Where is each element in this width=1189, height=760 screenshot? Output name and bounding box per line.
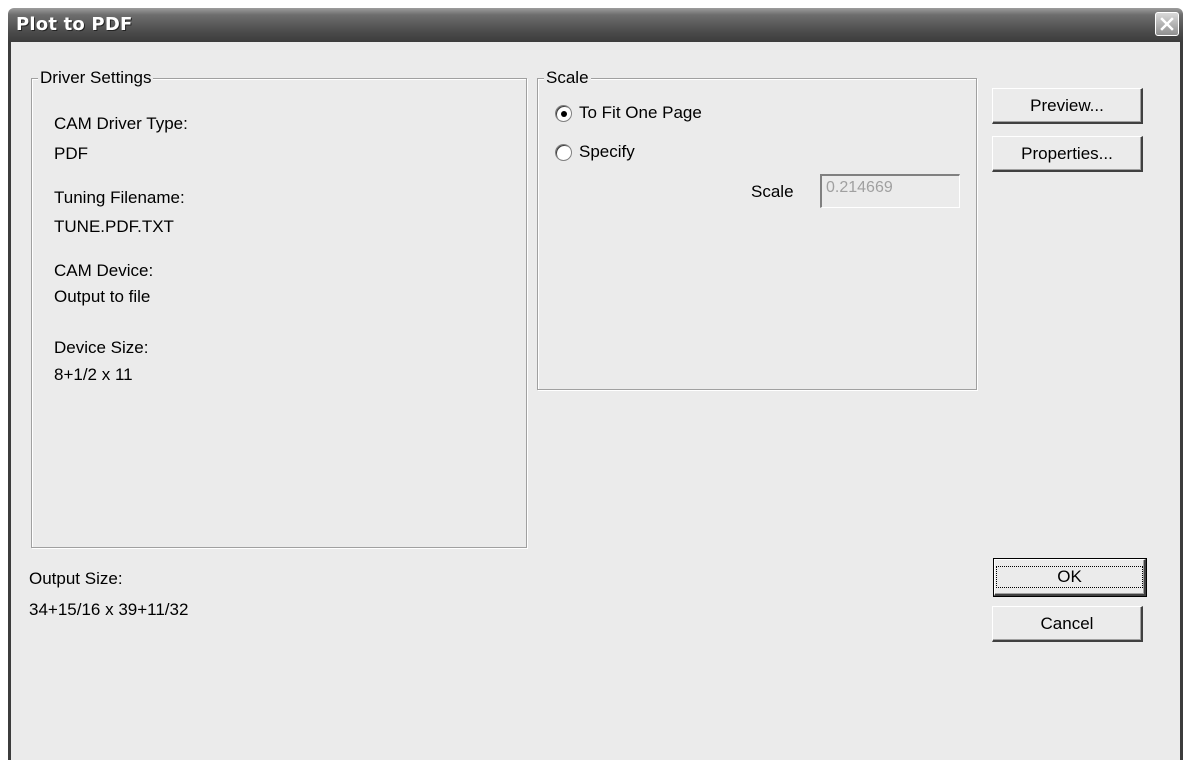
preview-button-label: Preview... (1030, 95, 1104, 115)
device-size-value: 8+1/2 x 11 (54, 365, 133, 384)
close-button[interactable] (1155, 12, 1179, 36)
scale-group: Scale (537, 68, 977, 390)
properties-button-label: Properties... (1021, 143, 1113, 163)
output-size-value: 34+15/16 x 39+11/32 (29, 600, 189, 619)
title-bar[interactable]: Plot to PDF (8, 8, 1183, 42)
preview-button[interactable]: Preview... (992, 88, 1143, 124)
specify-radio[interactable] (555, 144, 572, 161)
cam-device-label: CAM Device: (54, 261, 154, 280)
cancel-button-label: Cancel (1040, 613, 1094, 633)
tuning-filename-value: TUNE.PDF.TXT (54, 217, 174, 236)
scale-field-label: Scale (751, 182, 794, 201)
properties-button[interactable]: Properties... (992, 136, 1143, 172)
cam-driver-type-value: PDF (54, 144, 88, 163)
cancel-button[interactable]: Cancel (992, 606, 1143, 642)
cam-driver-type-label: CAM Driver Type: (54, 114, 188, 133)
scale-input[interactable]: 0.214669 (820, 174, 960, 208)
output-size-label: Output Size: (29, 569, 123, 588)
window-title: Plot to PDF (16, 14, 133, 35)
ok-button[interactable]: OK (993, 558, 1147, 597)
driver-settings-title: Driver Settings (38, 68, 154, 88)
cam-device-value: Output to file (54, 287, 151, 306)
specify-label[interactable]: Specify (579, 142, 635, 162)
dialog-body: Driver Settings CAM Driver Type: PDF Tun… (8, 42, 1183, 760)
fit-one-page-label[interactable]: To Fit One Page (579, 103, 702, 123)
tuning-filename-label: Tuning Filename: (54, 188, 185, 207)
device-size-label: Device Size: (54, 338, 149, 357)
ok-button-label: OK (996, 566, 1143, 588)
scale-group-title: Scale (544, 68, 591, 88)
close-icon (1160, 17, 1174, 31)
radio-selected-dot (561, 111, 567, 117)
fit-one-page-radio[interactable] (555, 105, 572, 122)
driver-settings-group: Driver Settings (31, 68, 527, 548)
plot-to-pdf-dialog: Plot to PDF Driver Settings CAM Driver T… (0, 0, 1189, 760)
